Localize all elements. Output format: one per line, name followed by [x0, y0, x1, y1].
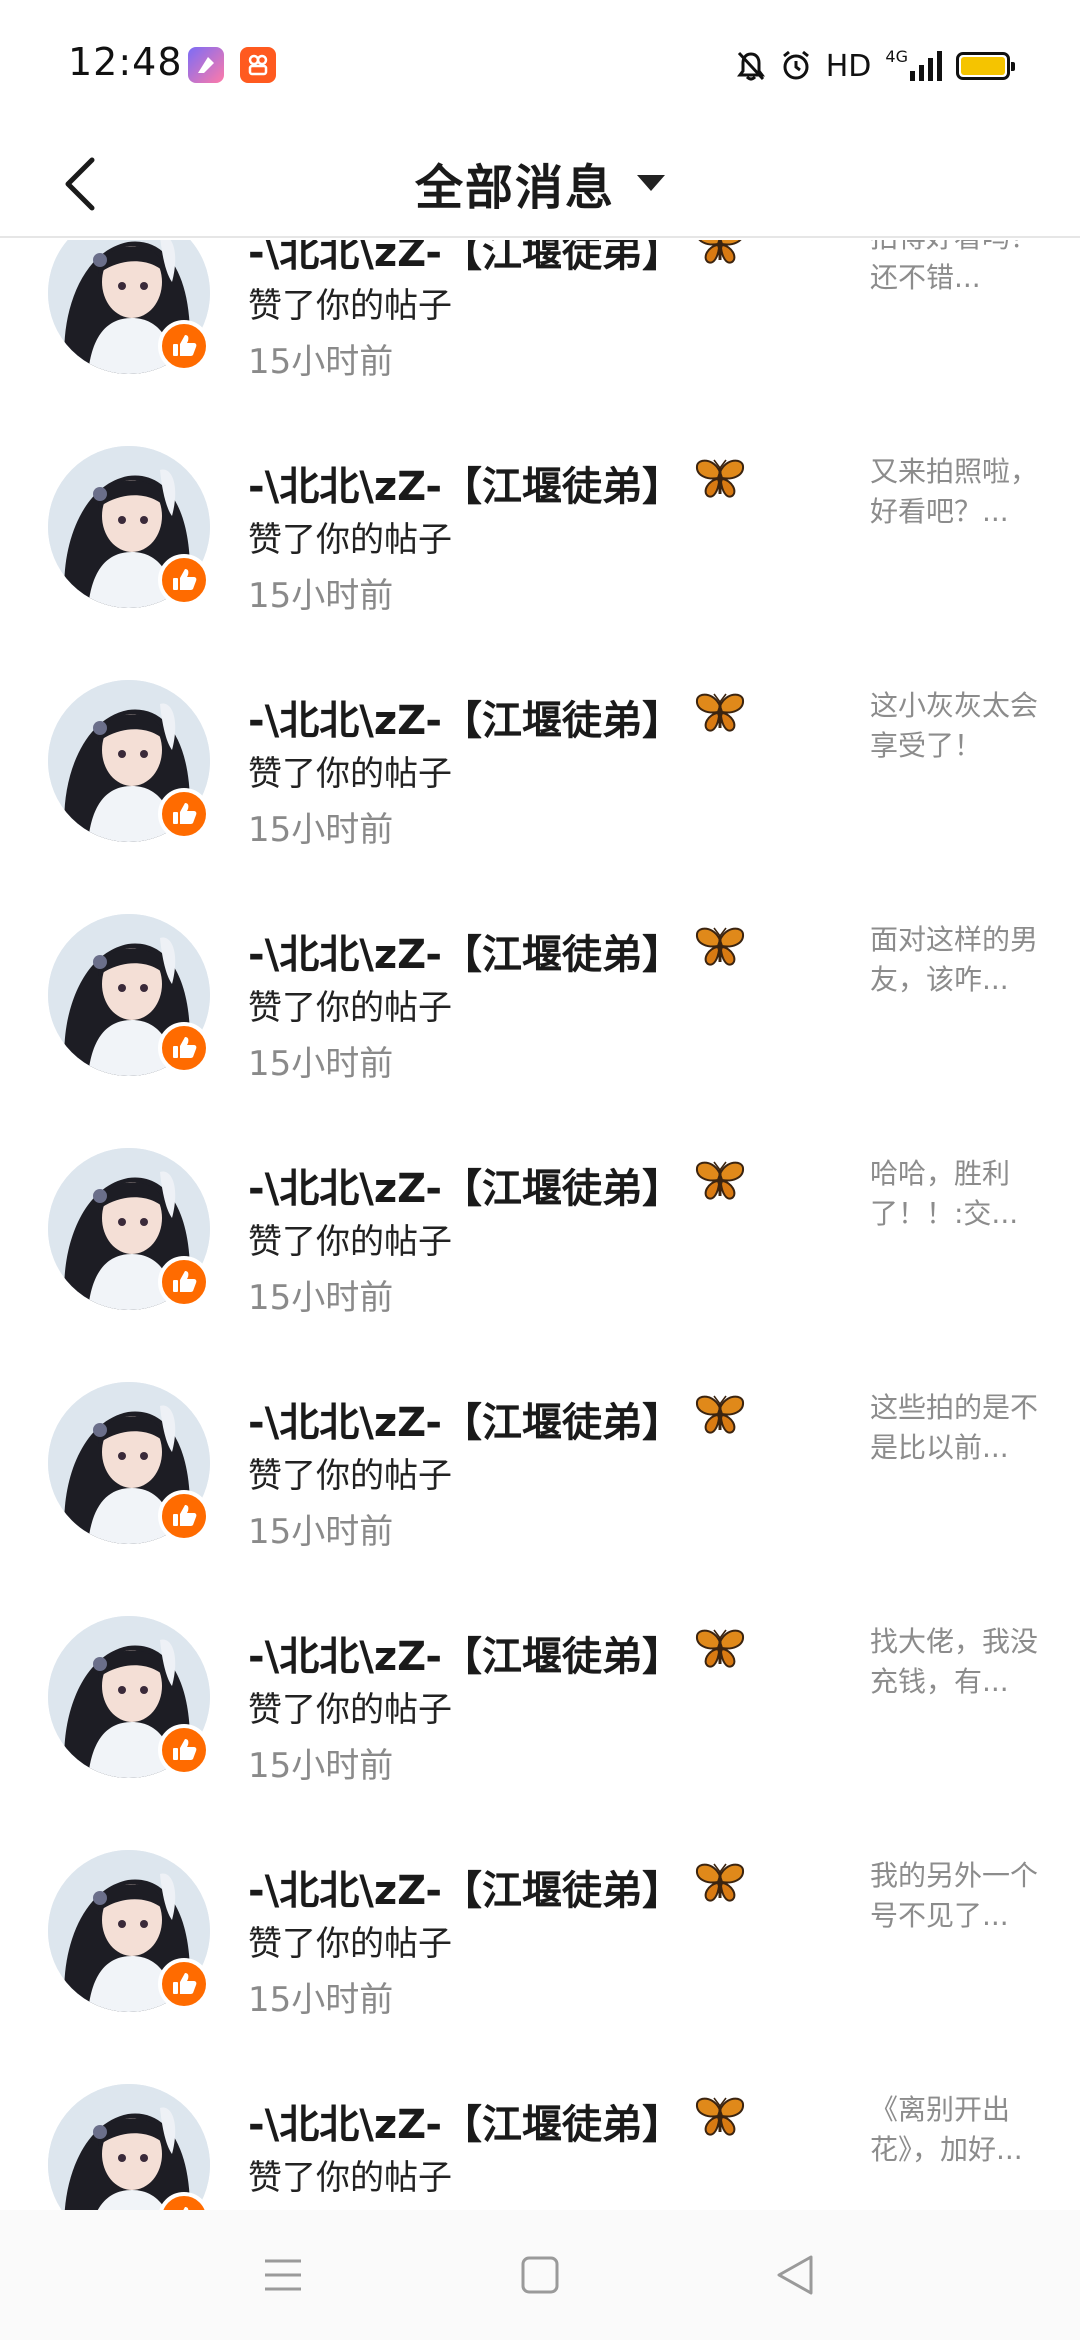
home-button[interactable] — [505, 2240, 575, 2310]
notification-item[interactable]: -\北北\zZ-【江堰徒弟】 赞了你的帖子 15小时前 《离别开出花》，加好..… — [0, 2040, 1080, 2210]
notification-time: 15小时前 — [248, 1980, 394, 2020]
butterfly-icon — [695, 927, 745, 966]
notification-time: 15小时前 — [248, 576, 394, 616]
user-name[interactable]: -\北北\zZ-【江堰徒弟】 — [248, 688, 682, 746]
notification-list[interactable]: -\北北\zZ-【江堰徒弟】 赞了你的帖子 15小时前 拍得好看吗？还不错... — [0, 240, 1080, 2210]
user-name[interactable]: -\北北\zZ-【江堰徒弟】 — [248, 240, 682, 278]
thumbs-up-icon — [158, 554, 210, 606]
alarm-clock-icon — [780, 50, 812, 82]
notification-time: 15小时前 — [248, 342, 394, 382]
user-name[interactable]: -\北北\zZ-【江堰徒弟】 — [248, 2092, 682, 2150]
post-preview[interactable]: 找大佬，我没充钱，有... — [870, 1622, 1040, 1702]
notification-action: 赞了你的帖子 — [248, 1924, 452, 1964]
post-preview[interactable]: 面对这样的男友，该咋... — [870, 920, 1040, 1000]
notification-item[interactable]: -\北北\zZ-【江堰徒弟】 赞了你的帖子 15小时前 又来拍照啦，好看吧？..… — [0, 402, 1080, 636]
butterfly-icon — [695, 1863, 745, 1902]
post-preview[interactable]: 这些拍的是不是比以前... — [870, 1388, 1040, 1468]
notification-item[interactable]: -\北北\zZ-【江堰徒弟】 赞了你的帖子 15小时前 哈哈，胜利了！！:交..… — [0, 1104, 1080, 1338]
notification-action: 赞了你的帖子 — [248, 286, 452, 326]
post-preview[interactable]: 这小灰灰太会享受了！ — [870, 686, 1040, 766]
butterfly-icon — [695, 2097, 745, 2136]
status-time: 12:48 — [68, 40, 183, 84]
thumbs-up-icon — [158, 1022, 210, 1074]
thumbs-up-icon — [158, 320, 210, 372]
butterfly-icon — [695, 1161, 745, 1200]
message-filter-dropdown[interactable]: 全部消息 — [0, 130, 1080, 236]
app-notification-icon — [240, 47, 276, 83]
notification-action: 赞了你的帖子 — [248, 988, 452, 1028]
butterfly-icon — [695, 1395, 745, 1434]
page-title: 全部消息 — [414, 160, 615, 216]
user-name[interactable]: -\北北\zZ-【江堰徒弟】 — [248, 1858, 682, 1916]
butterfly-icon — [695, 459, 745, 498]
post-preview[interactable]: 《离别开出花》，加好... — [870, 2090, 1040, 2170]
notification-action: 赞了你的帖子 — [248, 1222, 452, 1262]
notification-action: 赞了你的帖子 — [248, 2158, 452, 2198]
post-preview[interactable]: 又来拍照啦，好看吧？... — [870, 452, 1040, 532]
notification-item[interactable]: -\北北\zZ-【江堰徒弟】 赞了你的帖子 15小时前 这些拍的是不是比以前..… — [0, 1338, 1080, 1572]
notification-item[interactable]: -\北北\zZ-【江堰徒弟】 赞了你的帖子 15小时前 面对这样的男友，该咋..… — [0, 870, 1080, 1104]
notification-time: 15小时前 — [248, 1512, 394, 1552]
butterfly-icon — [698, 240, 742, 264]
user-name[interactable]: -\北北\zZ-【江堰徒弟】 — [248, 1624, 682, 1682]
thumbs-up-icon — [158, 788, 210, 840]
notification-item[interactable]: -\北北\zZ-【江堰徒弟】 赞了你的帖子 15小时前 拍得好看吗？还不错... — [0, 240, 1080, 402]
thumbs-up-icon — [158, 1724, 210, 1776]
notification-item[interactable]: -\北北\zZ-【江堰徒弟】 赞了你的帖子 15小时前 这小灰灰太会享受了！ — [0, 636, 1080, 870]
app-notification-icon — [188, 47, 224, 83]
user-name[interactable]: -\北北\zZ-【江堰徒弟】 — [248, 1390, 682, 1448]
status-bar: 12:48 HD 4G — [0, 0, 1080, 130]
notification-item[interactable]: -\北北\zZ-【江堰徒弟】 赞了你的帖子 15小时前 找大佬，我没充钱，有..… — [0, 1572, 1080, 1806]
network-type-label: 4G — [885, 46, 908, 66]
post-preview[interactable]: 我的另外一个号不见了... — [870, 1856, 1040, 1936]
caret-down-icon — [637, 175, 665, 191]
notification-item[interactable]: -\北北\zZ-【江堰徒弟】 赞了你的帖子 15小时前 我的另外一个号不见了..… — [0, 1806, 1080, 2040]
notification-time: 15小时前 — [248, 810, 394, 850]
thumbs-up-icon — [158, 1958, 210, 2010]
butterfly-icon — [695, 693, 745, 732]
thumbs-up-icon — [158, 1490, 210, 1542]
user-name[interactable]: -\北北\zZ-【江堰徒弟】 — [248, 454, 682, 512]
mute-bell-icon — [736, 50, 766, 82]
system-back-button[interactable] — [760, 2240, 830, 2310]
user-name[interactable]: -\北北\zZ-【江堰徒弟】 — [248, 922, 682, 980]
battery-icon — [956, 52, 1015, 80]
hd-label: HD — [825, 48, 872, 84]
thumbs-up-icon — [158, 1256, 210, 1308]
notification-action: 赞了你的帖子 — [248, 1456, 452, 1496]
home-square-icon — [521, 2256, 559, 2294]
status-indicators: HD 4G — [736, 44, 1015, 88]
menu-icon — [265, 2259, 301, 2291]
back-triangle-icon — [777, 2255, 813, 2295]
notification-time: 15小时前 — [248, 1746, 394, 1786]
notification-action: 赞了你的帖子 — [248, 1690, 452, 1730]
notification-action: 赞了你的帖子 — [248, 754, 452, 794]
butterfly-icon — [695, 1629, 745, 1668]
notification-time: 15小时前 — [248, 1044, 394, 1084]
header: 全部消息 — [0, 130, 1080, 238]
user-name[interactable]: -\北北\zZ-【江堰徒弟】 — [248, 1156, 682, 1214]
notification-time: 15小时前 — [248, 1278, 394, 1318]
post-preview[interactable]: 哈哈，胜利了！！:交... — [870, 1154, 1040, 1234]
post-preview[interactable]: 拍得好看吗？还不错... — [870, 240, 1040, 298]
system-navigation-bar — [0, 2210, 1080, 2340]
notification-action: 赞了你的帖子 — [248, 520, 452, 560]
recent-apps-button[interactable] — [248, 2240, 318, 2310]
cellular-signal-icon: 4G — [885, 47, 942, 81]
